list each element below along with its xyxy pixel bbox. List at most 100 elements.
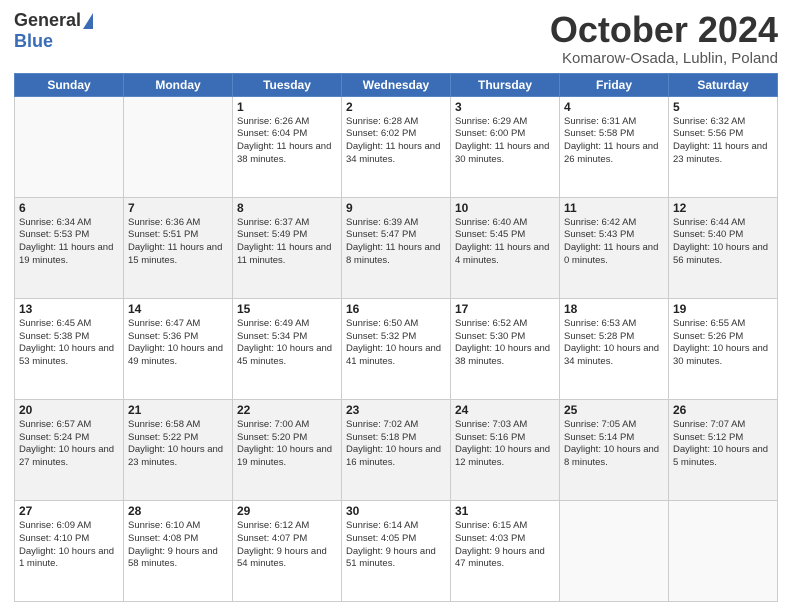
- day-number: 3: [455, 100, 555, 114]
- calendar-cell: 11 Sunrise: 6:42 AM Sunset: 5:43 PM Dayli…: [560, 197, 669, 298]
- calendar-cell: 16 Sunrise: 6:50 AM Sunset: 5:32 PM Dayli…: [342, 298, 451, 399]
- day-number: 18: [564, 302, 664, 316]
- header: General Blue October 2024 Komarow-Osada,…: [14, 10, 778, 67]
- calendar-cell: 1 Sunrise: 6:26 AM Sunset: 6:04 PM Daylig…: [233, 96, 342, 197]
- day-info: Sunrise: 6:55 AM Sunset: 5:26 PM Dayligh…: [673, 318, 773, 369]
- calendar-body: 1 Sunrise: 6:26 AM Sunset: 6:04 PM Daylig…: [15, 96, 778, 601]
- day-info: Sunrise: 6:29 AM Sunset: 6:00 PM Dayligh…: [455, 116, 555, 167]
- day-number: 11: [564, 201, 664, 215]
- day-info: Sunrise: 6:34 AM Sunset: 5:53 PM Dayligh…: [19, 217, 119, 268]
- day-header-sunday: Sunday: [15, 73, 124, 96]
- calendar-cell: 3 Sunrise: 6:29 AM Sunset: 6:00 PM Daylig…: [451, 96, 560, 197]
- header-row: SundayMondayTuesdayWednesdayThursdayFrid…: [15, 73, 778, 96]
- calendar-cell: 25Sunrise: 7:05 AM Sunset: 5:14 PM Dayli…: [560, 399, 669, 500]
- calendar-cell: 18 Sunrise: 6:53 AM Sunset: 5:28 PM Dayli…: [560, 298, 669, 399]
- logo-general-text: General: [14, 10, 81, 31]
- day-number: 7: [128, 201, 228, 215]
- day-header-tuesday: Tuesday: [233, 73, 342, 96]
- calendar-cell: 13 Sunrise: 6:45 AM Sunset: 5:38 PM Dayli…: [15, 298, 124, 399]
- day-number: 31: [455, 504, 555, 518]
- day-number: 12: [673, 201, 773, 215]
- day-info: Sunrise: 6:12 AM Sunset: 4:07 PM Dayligh…: [237, 520, 337, 571]
- calendar-week-5: 27 Sunrise: 6:09 AM Sunset: 4:10 PM Dayli…: [15, 500, 778, 601]
- day-header-thursday: Thursday: [451, 73, 560, 96]
- calendar-cell: 19 Sunrise: 6:55 AM Sunset: 5:26 PM Dayli…: [669, 298, 778, 399]
- calendar-cell: [124, 96, 233, 197]
- day-info: Sunrise: 6:39 AM Sunset: 5:47 PM Dayligh…: [346, 217, 446, 268]
- day-number: 8: [237, 201, 337, 215]
- day-info: Sunrise: 7:02 AM Sunset: 5:18 PM Dayligh…: [346, 419, 446, 470]
- day-info: Sunrise: 6:57 AM Sunset: 5:24 PM Dayligh…: [19, 419, 119, 470]
- calendar-cell: 4 Sunrise: 6:31 AM Sunset: 5:58 PM Daylig…: [560, 96, 669, 197]
- calendar-cell: [15, 96, 124, 197]
- day-info: Sunrise: 6:10 AM Sunset: 4:08 PM Dayligh…: [128, 520, 228, 571]
- calendar-week-2: 6 Sunrise: 6:34 AM Sunset: 5:53 PM Daylig…: [15, 197, 778, 298]
- day-number: 9: [346, 201, 446, 215]
- calendar-cell: 5 Sunrise: 6:32 AM Sunset: 5:56 PM Daylig…: [669, 96, 778, 197]
- day-info: Sunrise: 6:32 AM Sunset: 5:56 PM Dayligh…: [673, 116, 773, 167]
- day-info: Sunrise: 7:00 AM Sunset: 5:20 PM Dayligh…: [237, 419, 337, 470]
- day-number: 29: [237, 504, 337, 518]
- calendar-cell: 14 Sunrise: 6:47 AM Sunset: 5:36 PM Dayli…: [124, 298, 233, 399]
- calendar-cell: 20 Sunrise: 6:57 AM Sunset: 5:24 PM Dayli…: [15, 399, 124, 500]
- day-number: 24: [455, 403, 555, 417]
- day-number: 17: [455, 302, 555, 316]
- calendar-cell: 17 Sunrise: 6:52 AM Sunset: 5:30 PM Dayli…: [451, 298, 560, 399]
- day-number: 1: [237, 100, 337, 114]
- calendar-week-3: 13 Sunrise: 6:45 AM Sunset: 5:38 PM Dayli…: [15, 298, 778, 399]
- calendar-cell: 29 Sunrise: 6:12 AM Sunset: 4:07 PM Dayli…: [233, 500, 342, 601]
- calendar-cell: 6 Sunrise: 6:34 AM Sunset: 5:53 PM Daylig…: [15, 197, 124, 298]
- calendar-cell: 28 Sunrise: 6:10 AM Sunset: 4:08 PM Dayli…: [124, 500, 233, 601]
- day-number: 30: [346, 504, 446, 518]
- day-info: Sunrise: 6:50 AM Sunset: 5:32 PM Dayligh…: [346, 318, 446, 369]
- calendar-cell: 24 Sunrise: 7:03 AM Sunset: 5:16 PM Dayli…: [451, 399, 560, 500]
- day-info: Sunrise: 6:47 AM Sunset: 5:36 PM Dayligh…: [128, 318, 228, 369]
- calendar-cell: 26 Sunrise: 7:07 AM Sunset: 5:12 PM Dayli…: [669, 399, 778, 500]
- day-number: 16: [346, 302, 446, 316]
- day-info: Sunrise: 6:53 AM Sunset: 5:28 PM Dayligh…: [564, 318, 664, 369]
- month-title: October 2024: [550, 10, 778, 50]
- day-number: 26: [673, 403, 773, 417]
- calendar-header: SundayMondayTuesdayWednesdayThursdayFrid…: [15, 73, 778, 96]
- day-number: 6: [19, 201, 119, 215]
- day-number: 14: [128, 302, 228, 316]
- calendar-cell: [560, 500, 669, 601]
- day-info: Sunrise: 6:45 AM Sunset: 5:38 PM Dayligh…: [19, 318, 119, 369]
- day-info: Sunrise: 6:09 AM Sunset: 4:10 PM Dayligh…: [19, 520, 119, 571]
- day-info: Sunrise: 6:14 AM Sunset: 4:05 PM Dayligh…: [346, 520, 446, 571]
- day-number: 4: [564, 100, 664, 114]
- day-info: Sunrise: 6:28 AM Sunset: 6:02 PM Dayligh…: [346, 116, 446, 167]
- day-header-wednesday: Wednesday: [342, 73, 451, 96]
- day-info: Sunrise: 6:37 AM Sunset: 5:49 PM Dayligh…: [237, 217, 337, 268]
- day-info: Sunrise: 6:26 AM Sunset: 6:04 PM Dayligh…: [237, 116, 337, 167]
- day-header-saturday: Saturday: [669, 73, 778, 96]
- calendar-week-1: 1 Sunrise: 6:26 AM Sunset: 6:04 PM Daylig…: [15, 96, 778, 197]
- day-info: Sunrise: 7:05 AM Sunset: 5:14 PM Dayligh…: [564, 419, 664, 470]
- calendar-cell: 31Sunrise: 6:15 AM Sunset: 4:03 PM Dayli…: [451, 500, 560, 601]
- day-info: Sunrise: 7:03 AM Sunset: 5:16 PM Dayligh…: [455, 419, 555, 470]
- day-number: 13: [19, 302, 119, 316]
- day-info: Sunrise: 6:52 AM Sunset: 5:30 PM Dayligh…: [455, 318, 555, 369]
- day-info: Sunrise: 6:42 AM Sunset: 5:43 PM Dayligh…: [564, 217, 664, 268]
- day-info: Sunrise: 7:07 AM Sunset: 5:12 PM Dayligh…: [673, 419, 773, 470]
- day-info: Sunrise: 6:49 AM Sunset: 5:34 PM Dayligh…: [237, 318, 337, 369]
- day-number: 5: [673, 100, 773, 114]
- page: General Blue October 2024 Komarow-Osada,…: [0, 0, 792, 612]
- calendar-cell: 9 Sunrise: 6:39 AM Sunset: 5:47 PM Daylig…: [342, 197, 451, 298]
- calendar-cell: 7Sunrise: 6:36 AM Sunset: 5:51 PM Daylig…: [124, 197, 233, 298]
- day-number: 27: [19, 504, 119, 518]
- day-number: 28: [128, 504, 228, 518]
- calendar-week-4: 20 Sunrise: 6:57 AM Sunset: 5:24 PM Dayli…: [15, 399, 778, 500]
- day-header-friday: Friday: [560, 73, 669, 96]
- day-number: 20: [19, 403, 119, 417]
- day-number: 19: [673, 302, 773, 316]
- title-block: October 2024 Komarow-Osada, Lublin, Pola…: [550, 10, 778, 67]
- logo: General Blue: [14, 10, 93, 52]
- calendar-table: SundayMondayTuesdayWednesdayThursdayFrid…: [14, 73, 778, 602]
- calendar-cell: 15Sunrise: 6:49 AM Sunset: 5:34 PM Dayli…: [233, 298, 342, 399]
- day-header-monday: Monday: [124, 73, 233, 96]
- location: Komarow-Osada, Lublin, Poland: [550, 50, 778, 67]
- day-number: 21: [128, 403, 228, 417]
- day-info: Sunrise: 6:31 AM Sunset: 5:58 PM Dayligh…: [564, 116, 664, 167]
- logo-triangle-icon: [83, 13, 93, 29]
